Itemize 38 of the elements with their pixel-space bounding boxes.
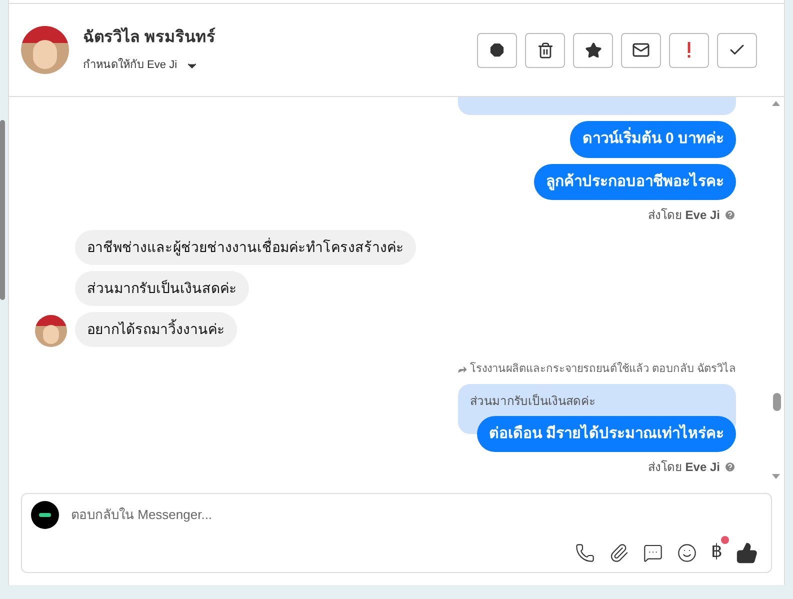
sender-avatar: [35, 315, 67, 347]
left-scrollbar[interactable]: [0, 120, 5, 300]
outgoing-message: ต่อเดือน มีรายได้ประมาณเท่าไหร่คะ: [476, 416, 736, 452]
assignee-dropdown[interactable]: กำหนดให้กับ Eve Ji: [83, 57, 216, 74]
reply-icon: [456, 364, 468, 375]
spam-button[interactable]: [477, 32, 517, 68]
contact-avatar: [21, 26, 69, 74]
star-button[interactable]: [573, 32, 613, 68]
envelope-icon: [632, 41, 650, 59]
smiley-icon[interactable]: [677, 543, 697, 563]
chat-bubble-icon[interactable]: [643, 543, 663, 563]
help-icon: [724, 461, 736, 473]
scroll-up-icon[interactable]: [772, 101, 780, 106]
reply-context-label: โรงงานผลิตและกระจายรถยนต์ใช้แล้ว ตอบกลับ ฉัตรวิไล: [470, 361, 736, 377]
help-icon: [724, 209, 736, 221]
payment-button[interactable]: ฿: [711, 542, 722, 560]
star-icon: [584, 42, 602, 58]
incoming-message: อยากได้รถมาวิ้งงานค่ะ: [75, 312, 237, 347]
phone-icon[interactable]: [575, 543, 595, 563]
contact-name: ฉัตรวิไล พรมรินทร์: [83, 26, 216, 48]
unread-button[interactable]: [621, 32, 661, 68]
thumbs-up-icon[interactable]: [736, 542, 758, 564]
incoming-message: ส่วนมากรับเป็นเงินสดค่ะ: [75, 271, 249, 306]
outgoing-message: ดาวน์เริ่มต้น 0 บาทค่ะ: [570, 121, 736, 158]
done-button[interactable]: [717, 32, 757, 68]
scroll-down-icon[interactable]: [772, 474, 780, 479]
message-scrollbar-thumb[interactable]: [773, 393, 781, 411]
trash-icon: [536, 42, 554, 58]
incoming-message: อาชีพช่างและผู้ช่วยช่างงานเชื่อมค่ะทำโครงสร้างค่ะ: [75, 230, 416, 265]
exclamation-icon: [687, 42, 691, 58]
sent-by-label: ส่งโดย Eve Ji: [648, 207, 720, 224]
alert-icon: [488, 41, 506, 59]
outgoing-message: ลูกค้าประกอบอาชีพอะไรคะ: [534, 164, 736, 200]
page-logo: [31, 501, 59, 529]
reply-input[interactable]: ตอบกลับใน Messenger...: [71, 505, 762, 525]
paperclip-icon[interactable]: [609, 543, 629, 563]
sent-by-label: ส่งโดย Eve Ji: [648, 459, 720, 476]
delete-button[interactable]: [525, 32, 565, 68]
